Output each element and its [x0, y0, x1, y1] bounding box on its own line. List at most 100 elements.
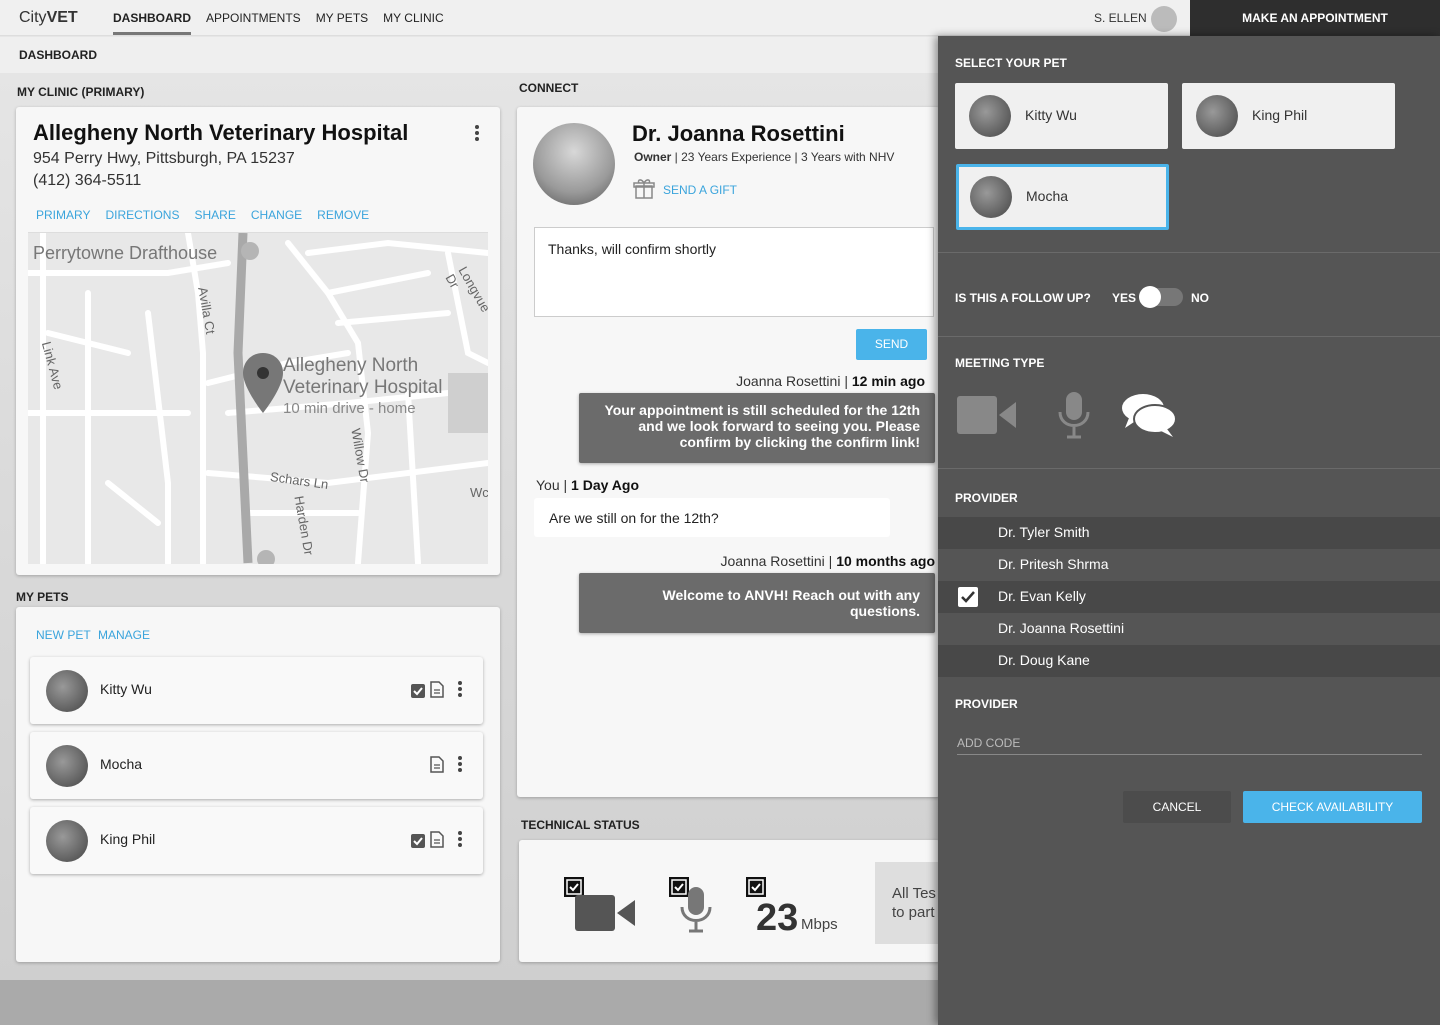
provider-option[interactable]: Dr. Doug Kane	[938, 645, 1440, 677]
pet-option-mocha[interactable]: Mocha	[956, 164, 1169, 230]
video-camera-icon	[575, 895, 635, 931]
message-time: 12 min ago	[851, 373, 925, 389]
pet-avatar	[46, 820, 88, 862]
provider-name: Dr. Doug Kane	[998, 652, 1090, 668]
provider-name: Dr. Evan Kelly	[998, 588, 1086, 604]
provider-title: PROVIDER	[955, 491, 1018, 505]
message-meta: Joanna Rosettini | 12 min ago	[736, 373, 925, 389]
document-icon[interactable]	[430, 831, 444, 848]
pet-more-icon[interactable]	[457, 681, 463, 701]
share-link[interactable]: SHARE	[194, 208, 235, 222]
check-availability-button[interactable]: CHECK AVAILABILITY	[1243, 791, 1422, 823]
clinic-name: Allegheny North Veterinary Hospital	[33, 120, 409, 145]
breadcrumb-label: DASHBOARD	[19, 48, 97, 62]
doctor-role: Owner	[634, 150, 672, 164]
tests-summary: All Tes to part	[875, 862, 940, 944]
list-item[interactable]: Mocha	[30, 732, 483, 799]
gift-icon[interactable]	[633, 178, 655, 200]
manage-pets-link[interactable]: MANAGE	[98, 628, 150, 642]
follow-up-question: IS THIS A FOLLOW UP?	[955, 291, 1091, 305]
send-gift-link[interactable]: SEND A GIFT	[663, 183, 737, 197]
speed-unit: Mbps	[801, 916, 838, 933]
pet-option-name: Mocha	[1026, 188, 1069, 204]
logo[interactable]: CityVET	[19, 9, 78, 27]
pet-option-name: Kitty Wu	[1025, 107, 1077, 123]
pet-option-king-phil[interactable]: King Phil	[1182, 83, 1395, 149]
message-bubble: Your appointment is still scheduled for …	[579, 393, 935, 463]
microphone-icon	[680, 887, 712, 933]
primary-link[interactable]: PRIMARY	[36, 208, 90, 222]
pet-option-name: King Phil	[1252, 107, 1308, 123]
map-poi-label: Perrytowne Drafthouse	[33, 243, 218, 263]
pet-more-icon[interactable]	[457, 756, 463, 776]
divider	[938, 252, 1440, 253]
check-icon[interactable]	[411, 684, 425, 698]
check-icon[interactable]	[411, 834, 425, 848]
provider-option[interactable]: Dr. Pritesh Shrma	[938, 549, 1440, 581]
list-item[interactable]: Kitty Wu	[30, 657, 483, 724]
provider-name: Dr. Pritesh Shrma	[998, 556, 1109, 572]
clinic-more-icon[interactable]	[474, 125, 480, 145]
follow-up-toggle[interactable]	[1139, 286, 1183, 308]
message-sender: Joanna Rosettini |	[720, 553, 837, 569]
clinic-map[interactable]: Perrytowne Drafthouse Allegheny North Ve…	[28, 232, 488, 564]
nav-my-pets[interactable]: MY PETS	[316, 0, 368, 36]
cancel-button[interactable]: CANCEL	[1123, 791, 1231, 823]
divider	[938, 336, 1440, 337]
provider-option[interactable]: Dr. Tyler Smith	[938, 517, 1440, 549]
pet-avatar	[970, 176, 1012, 218]
nav-appointments[interactable]: APPOINTMENTS	[206, 0, 301, 36]
tests-summary-text: All Tes to part	[892, 884, 936, 922]
remove-link[interactable]: REMOVE	[317, 208, 369, 222]
chat-icon[interactable]	[1121, 392, 1177, 438]
message-bubble: Are we still on for the 12th?	[534, 498, 890, 537]
clinic-card: Allegheny North Veterinary Hospital 954 …	[16, 107, 500, 575]
provider-code-title: PROVIDER	[955, 697, 1018, 711]
connection-speed: 23	[756, 897, 799, 939]
user-name[interactable]: S. ELLEN	[1094, 11, 1147, 25]
video-call-icon[interactable]	[957, 394, 1017, 436]
provider-code-input[interactable]	[957, 731, 1422, 755]
follow-up-no-label: NO	[1191, 291, 1209, 305]
provider-name: Dr. Joanna Rosettini	[998, 620, 1125, 636]
logo-bold: VET	[46, 9, 78, 26]
map-pin-title-1: Allegheny North	[283, 355, 419, 376]
document-icon[interactable]	[430, 681, 444, 698]
message-sender: You |	[536, 477, 572, 493]
pet-name: King Phil	[100, 831, 156, 847]
voice-call-icon[interactable]	[1057, 390, 1091, 440]
breadcrumb: DASHBOARD	[0, 37, 940, 73]
appointment-panel: SELECT YOUR PET Kitty Wu King Phil Mocha…	[938, 36, 1440, 1025]
tech-status-card: 23 Mbps All Tes to part	[519, 840, 940, 962]
make-appointment-button[interactable]: MAKE AN APPOINTMENT	[1190, 0, 1440, 36]
toggle-knob[interactable]	[1139, 286, 1161, 308]
pet-more-icon[interactable]	[457, 831, 463, 851]
list-item[interactable]: King Phil	[30, 807, 483, 874]
message-time: 1 Day Ago	[571, 477, 639, 493]
message-meta: Joanna Rosettini | 10 months ago	[720, 553, 935, 569]
nav-my-clinic[interactable]: MY CLINIC	[383, 0, 443, 36]
tech-section-title: TECHNICAL STATUS	[521, 818, 640, 832]
avatar[interactable]	[1151, 6, 1177, 32]
map-pin-title-2: Veterinary Hospital	[283, 377, 443, 398]
connect-card: Dr. Joanna Rosettini Owner | 23 Years Ex…	[517, 107, 940, 797]
check-icon	[746, 877, 766, 897]
pet-option-kitty-wu[interactable]: Kitty Wu	[955, 83, 1168, 149]
provider-option[interactable]: Dr. Joanna Rosettini	[938, 613, 1440, 645]
checkbox-checked-icon[interactable]	[958, 587, 978, 607]
provider-option-selected[interactable]: Dr. Evan Kelly	[938, 581, 1440, 613]
clinic-phone[interactable]: (412) 364-5511	[33, 172, 141, 190]
directions-link[interactable]: DIRECTIONS	[105, 208, 179, 222]
change-link[interactable]: CHANGE	[251, 208, 302, 222]
send-button[interactable]: SEND	[856, 329, 927, 360]
map-street-label: Wc	[470, 485, 488, 500]
clinic-section-title: MY CLINIC (PRIMARY)	[17, 85, 145, 99]
select-pet-title: SELECT YOUR PET	[955, 56, 1067, 70]
nav-dashboard[interactable]: DASHBOARD	[113, 0, 191, 36]
message-sender: Joanna Rosettini |	[736, 373, 852, 389]
message-meta: You | 1 Day Ago	[536, 477, 639, 493]
document-icon[interactable]	[430, 756, 444, 773]
message-input[interactable]: Thanks, will confirm shortly	[534, 227, 934, 317]
divider	[938, 468, 1440, 469]
new-pet-link[interactable]: NEW PET	[36, 628, 91, 642]
